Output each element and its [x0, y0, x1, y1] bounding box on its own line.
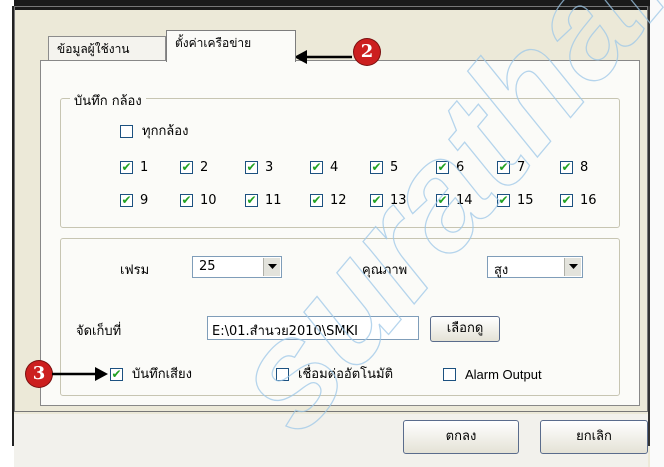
camera-15-label: 15: [517, 193, 534, 208]
camera-16-label: 16: [580, 193, 597, 208]
camera-14-label: 14: [456, 193, 473, 208]
camera-14-checkbox[interactable]: ✔: [436, 194, 449, 207]
camera-3-checkbox[interactable]: ✔: [245, 161, 258, 174]
alarm-output-checkbox[interactable]: [443, 368, 456, 381]
camera-7-checkbox[interactable]: ✔: [497, 161, 510, 174]
camera-16-checkbox[interactable]: ✔: [560, 194, 573, 207]
callout-3-arrow: [52, 367, 108, 381]
cancel-button[interactable]: ยกเลิก: [540, 420, 648, 454]
camera-2-checkbox[interactable]: ✔: [180, 161, 193, 174]
all-cameras-checkbox[interactable]: [120, 125, 133, 138]
camera-8-checkbox[interactable]: ✔: [560, 161, 573, 174]
storage-path-input[interactable]: E:\01.สำนวย2010\SMKI: [207, 316, 419, 340]
camera-12-label: 12: [330, 193, 347, 208]
camera-11-label: 11: [265, 193, 282, 208]
camera-10-label: 10: [200, 193, 217, 208]
quality-select[interactable]: สูง: [487, 256, 583, 278]
tab-network-settings[interactable]: ตั้งค่าเครือข่าย: [166, 30, 296, 62]
camera-2-label: 2: [200, 160, 209, 175]
record-audio-checkbox[interactable]: ✔: [110, 368, 123, 381]
ok-button[interactable]: ตกลง: [403, 420, 519, 454]
callout-2-arrow: [294, 50, 352, 64]
chevron-down-icon: [569, 264, 578, 269]
frame-rate-label: เฟรม: [120, 263, 150, 278]
camera-15-checkbox[interactable]: ✔: [497, 194, 510, 207]
browse-button[interactable]: เลือกดู: [430, 316, 500, 342]
storage-label: จัดเก็บที่: [76, 324, 122, 339]
chevron-down-icon: [268, 264, 277, 269]
callout-step-2: 2: [354, 39, 380, 65]
auto-connect-label: เชื่อมต่ออัตโนมัติ: [298, 367, 394, 382]
callout-step-3: 3: [26, 361, 52, 387]
record-audio-label: บันทึกเสียง: [132, 367, 192, 382]
camera-10-checkbox[interactable]: ✔: [180, 194, 193, 207]
tab-user-info[interactable]: ข้อมูลผู้ใช้งาน: [48, 36, 166, 60]
camera-9-label: 9: [140, 193, 149, 208]
quality-value: สูง: [494, 263, 509, 278]
camera-6-checkbox[interactable]: ✔: [436, 161, 449, 174]
storage-path-value: E:\01.สำนวย2010\SMKI: [212, 324, 358, 339]
camera-4-label: 4: [330, 160, 339, 175]
all-cameras-label: ทุกกล้อง: [142, 124, 189, 139]
frame-rate-select[interactable]: 25: [192, 256, 282, 278]
camera-8-label: 8: [580, 160, 589, 175]
auto-connect-checkbox[interactable]: [276, 368, 289, 381]
window-border-right: [648, 6, 650, 446]
tab-network-settings-label: ตั้งค่าเครือข่าย: [175, 36, 252, 50]
camera-7-label: 7: [517, 160, 526, 175]
quality-label: คุณภาพ: [362, 263, 408, 278]
camera-12-checkbox[interactable]: ✔: [310, 194, 323, 207]
camera-4-checkbox[interactable]: ✔: [310, 161, 323, 174]
alarm-output-label: Alarm Output: [465, 367, 542, 382]
camera-3-label: 3: [265, 160, 274, 175]
record-camera-group-title: บันทึก กล้อง: [70, 90, 146, 111]
camera-1-checkbox[interactable]: ✔: [120, 161, 133, 174]
quality-dropdown-button[interactable]: [564, 258, 581, 276]
camera-5-label: 5: [390, 160, 399, 175]
camera-6-label: 6: [456, 160, 465, 175]
camera-13-checkbox[interactable]: ✔: [370, 194, 383, 207]
camera-11-checkbox[interactable]: ✔: [245, 194, 258, 207]
camera-5-checkbox[interactable]: ✔: [370, 161, 383, 174]
camera-9-checkbox[interactable]: ✔: [120, 194, 133, 207]
camera-1-label: 1: [140, 160, 149, 175]
window-frame-right: [650, 0, 664, 467]
frame-rate-value: 25: [199, 259, 216, 274]
tab-user-info-label: ข้อมูลผู้ใช้งาน: [57, 42, 130, 56]
camera-13-label: 13: [390, 193, 407, 208]
frame-rate-dropdown-button[interactable]: [263, 258, 280, 276]
